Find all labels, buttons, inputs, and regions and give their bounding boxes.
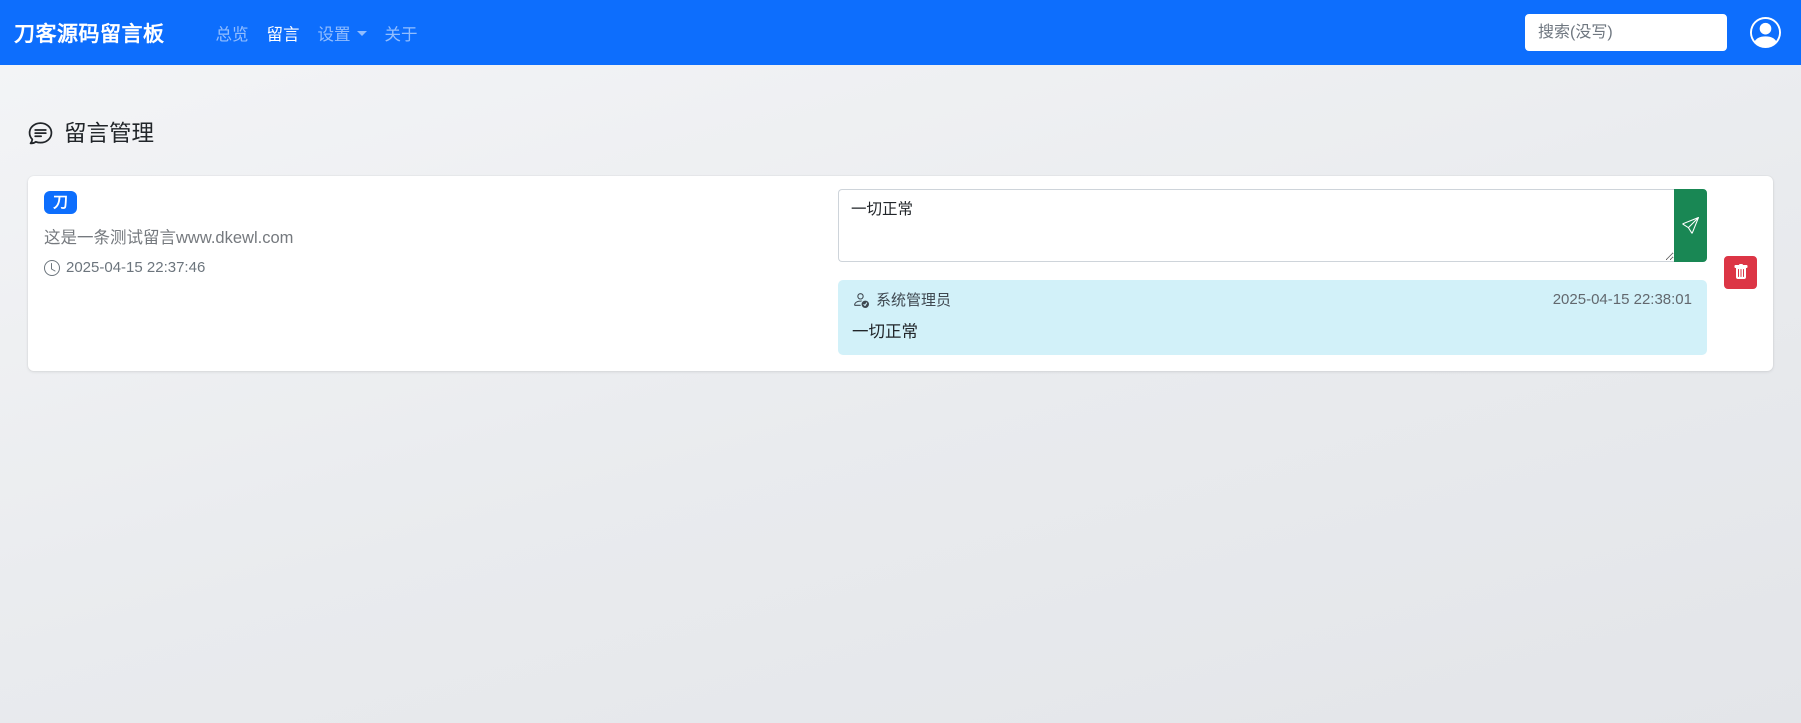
reply-timestamp: 2025-04-15 22:38:01 — [1553, 291, 1692, 308]
person-circle-icon — [1750, 17, 1781, 48]
chat-bubble-icon — [28, 120, 53, 145]
nav-item-overview-label: 总览 — [216, 21, 249, 45]
page-title-text: 留言管理 — [64, 116, 154, 148]
person-check-icon — [852, 291, 869, 308]
clock-icon — [44, 260, 60, 276]
delete-message-button[interactable] — [1724, 256, 1757, 289]
reply-textarea[interactable]: 一切正常 — [838, 189, 1674, 262]
nav-item-messages[interactable]: 留言 — [258, 15, 309, 51]
top-navbar: 刀客源码留言板 总览 留言 设置 关于 — [0, 0, 1801, 65]
reply-content: 一切正常 — [852, 318, 1692, 342]
brand-title[interactable]: 刀客源码留言板 — [14, 18, 165, 48]
reply-stack: 一切正常 — [838, 189, 1707, 355]
nav-item-settings-dropdown[interactable]: 设置 — [309, 15, 376, 51]
nav-item-messages-label: 留言 — [267, 21, 300, 45]
reply-author-name: 系统管理员 — [876, 289, 951, 310]
send-icon — [1682, 217, 1699, 234]
nav-item-overview[interactable]: 总览 — [207, 15, 258, 51]
nav-item-settings-label: 设置 — [318, 21, 351, 45]
nav-item-about-label: 关于 — [385, 21, 418, 45]
reply-input-group: 一切正常 — [838, 189, 1707, 262]
trash-icon — [1733, 264, 1749, 280]
message-info: 刀 这是一条测试留言www.dkewl.com 2025-04-15 22:37… — [44, 189, 838, 355]
reply-area: 一切正常 — [838, 189, 1757, 355]
search-input[interactable] — [1525, 14, 1727, 51]
main-content: 留言管理 刀 这是一条测试留言www.dkewl.com 2025-04-15 … — [0, 116, 1801, 371]
chevron-down-icon — [357, 31, 367, 36]
message-timestamp-text: 2025-04-15 22:37:46 — [66, 259, 205, 276]
nav-item-about[interactable]: 关于 — [376, 15, 427, 51]
author-badge: 刀 — [44, 191, 77, 214]
message-content: 这是一条测试留言www.dkewl.com — [44, 224, 838, 248]
user-avatar-button[interactable] — [1750, 17, 1781, 48]
reply-header: 系统管理员 2025-04-15 22:38:01 — [852, 289, 1692, 310]
message-card: 刀 这是一条测试留言www.dkewl.com 2025-04-15 22:37… — [28, 176, 1773, 371]
message-timestamp: 2025-04-15 22:37:46 — [44, 259, 838, 276]
admin-reply-bubble: 系统管理员 2025-04-15 22:38:01 一切正常 — [838, 280, 1707, 355]
send-reply-button[interactable] — [1674, 189, 1707, 262]
main-nav: 总览 留言 设置 关于 — [207, 15, 427, 51]
reply-author: 系统管理员 — [852, 289, 951, 310]
page-title: 留言管理 — [28, 116, 1773, 148]
